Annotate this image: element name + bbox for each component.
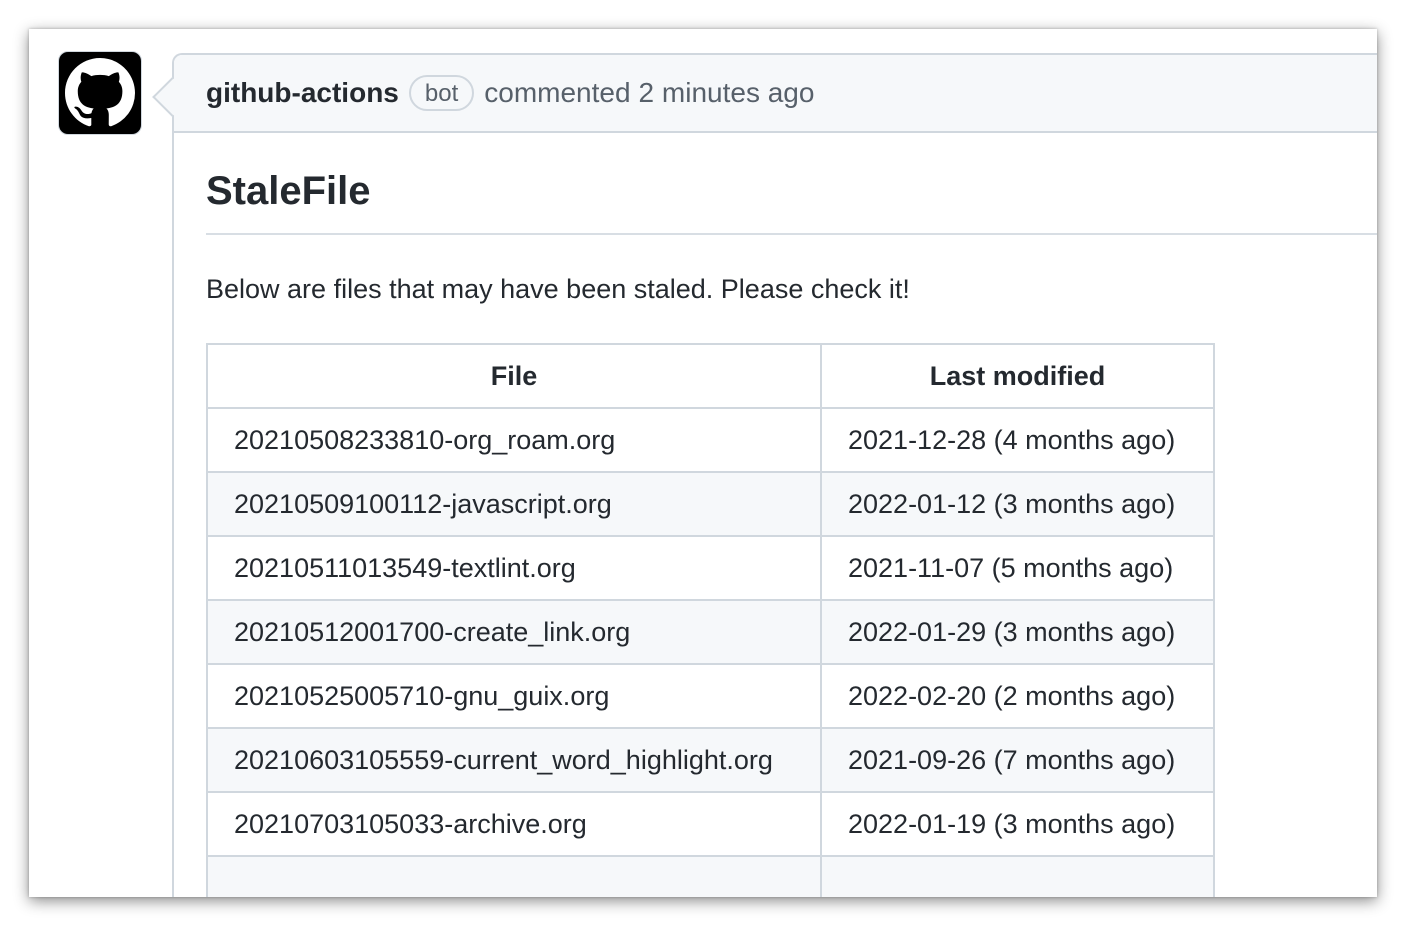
table-header-row: File Last modified [206, 343, 1215, 409]
last-modified-cell: 2021-12-28 (4 months ago) [820, 407, 1215, 473]
bot-badge: bot [408, 75, 475, 111]
screenshot-window: github-actions bot commented 2 minutes a… [29, 29, 1377, 897]
last-modified-cell: 2021-11-07 (5 months ago) [820, 535, 1215, 601]
table-row: 20210508233810-org_roam.org 2021-12-28 (… [206, 407, 1215, 473]
comment-timestamp-link[interactable]: 2 minutes ago [639, 77, 815, 109]
author-link[interactable]: github-actions [206, 77, 399, 109]
file-cell: 20210508233810-org_roam.org [206, 407, 822, 473]
file-cell [206, 855, 822, 897]
column-header-file: File [206, 343, 822, 409]
comment-title: StaleFile [206, 163, 1377, 235]
table-row: 20210525005710-gnu_guix.org 2022-02-20 (… [206, 663, 1215, 729]
avatar[interactable] [58, 51, 142, 135]
last-modified-cell: 2022-01-12 (3 months ago) [820, 471, 1215, 537]
file-cell: 20210603105559-current_word_highlight.or… [206, 727, 822, 793]
comment-body: StaleFile Below are files that may have … [174, 133, 1377, 897]
comment-box: github-actions bot commented 2 minutes a… [152, 53, 1377, 897]
column-header-last-modified: Last modified [820, 343, 1215, 409]
last-modified-cell [820, 855, 1215, 897]
comment-action-text: commented [484, 77, 631, 108]
last-modified-cell: 2022-01-19 (3 months ago) [820, 791, 1215, 857]
stale-files-table: File Last modified 20210508233810-org_ro… [206, 343, 1215, 897]
file-cell: 20210511013549-textlint.org [206, 535, 822, 601]
table-row: 20210509100112-javascript.org 2022-01-12… [206, 471, 1215, 537]
file-cell: 20210525005710-gnu_guix.org [206, 663, 822, 729]
table-row: 20210511013549-textlint.org 2021-11-07 (… [206, 535, 1215, 601]
file-cell: 20210509100112-javascript.org [206, 471, 822, 537]
comment-description: Below are files that may have been stale… [206, 274, 910, 304]
table-row [206, 855, 1215, 897]
table-row: 20210512001700-create_link.org 2022-01-2… [206, 599, 1215, 665]
github-octocat-icon [65, 58, 135, 127]
last-modified-cell: 2022-01-29 (3 months ago) [820, 599, 1215, 665]
file-cell: 20210703105033-archive.org [206, 791, 822, 857]
table-row: 20210703105033-archive.org 2022-01-19 (3… [206, 791, 1215, 857]
last-modified-cell: 2022-02-20 (2 months ago) [820, 663, 1215, 729]
comment-header: github-actions bot commented 2 minutes a… [174, 55, 1377, 133]
last-modified-cell: 2021-09-26 (7 months ago) [820, 727, 1215, 793]
file-cell: 20210512001700-create_link.org [206, 599, 822, 665]
table-row: 20210603105559-current_word_highlight.or… [206, 727, 1215, 793]
